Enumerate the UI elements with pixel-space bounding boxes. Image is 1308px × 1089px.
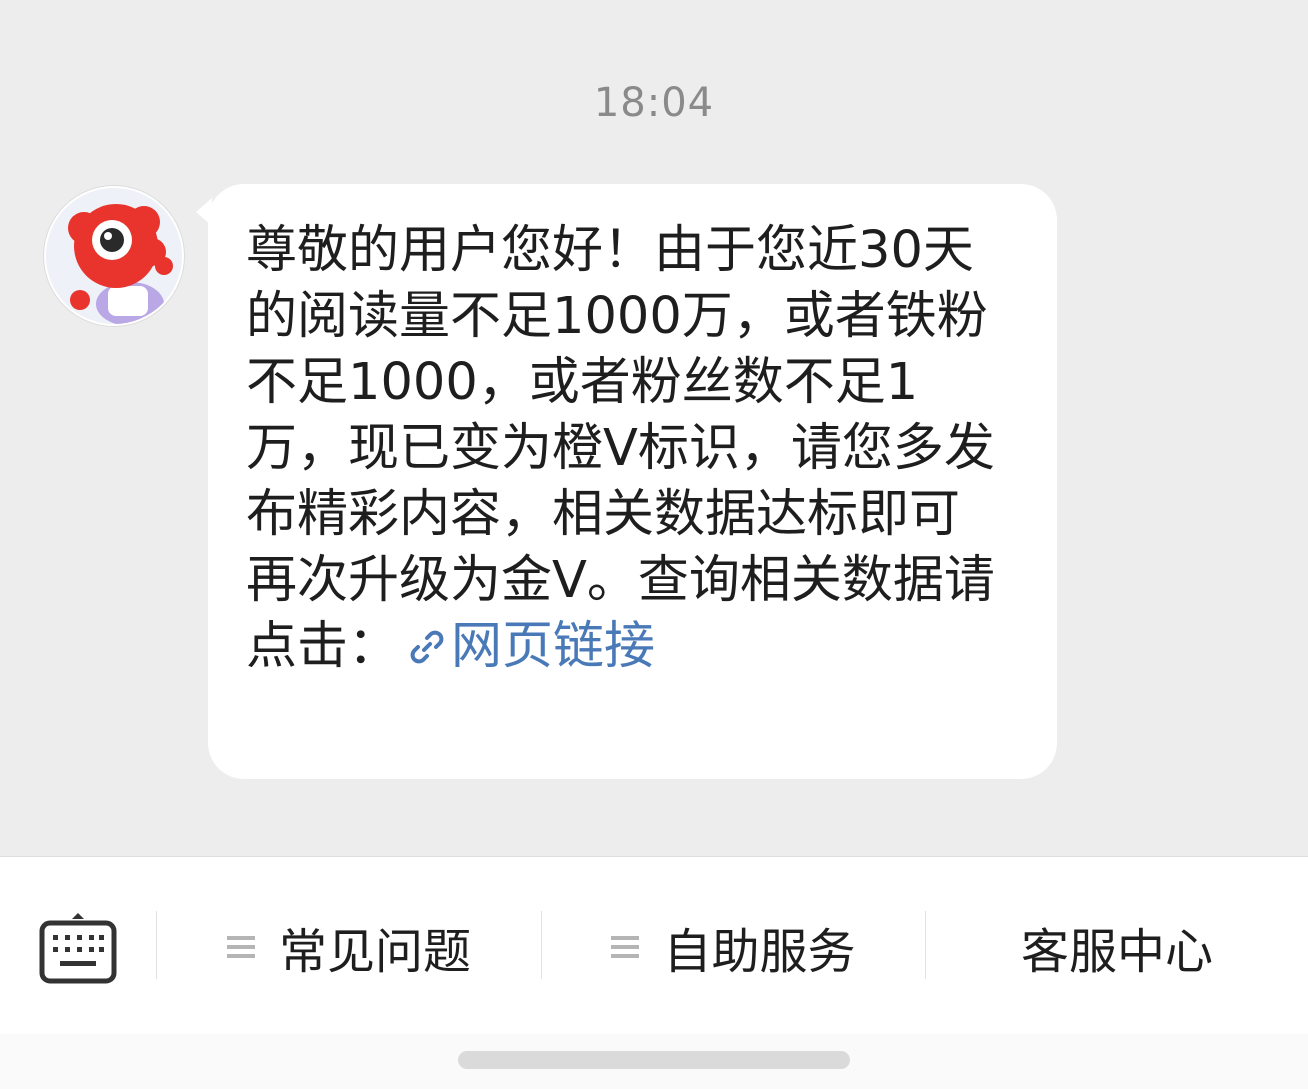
- menu-faq-label: 常见问题: [278, 924, 471, 980]
- message-timestamp: 18:04: [593, 80, 715, 126]
- menu-lines-icon: [611, 931, 640, 963]
- chat-area: 18:04 尊敬的用户您好！由于您近30天的阅读量不足1000万，或者铁粉不足1…: [0, 0, 1308, 856]
- system-navigation-area: [0, 1034, 1308, 1089]
- web-link-label[interactable]: 网页链接: [451, 617, 655, 676]
- bottom-menu-bar: 常见问题 自助服务 客服中心: [0, 856, 1308, 1035]
- menu-self-service-button[interactable]: 自助服务: [542, 897, 925, 997]
- web-link[interactable]: 网页链接: [399, 617, 655, 676]
- message-text: 尊敬的用户您好！由于您近30天的阅读量不足1000万，或者铁粉不足1000，或者…: [246, 218, 1006, 680]
- menu-customer-service-button[interactable]: 客服中心: [926, 897, 1308, 997]
- menu-lines-icon: [226, 931, 255, 963]
- keyboard-toggle-button[interactable]: [36, 905, 120, 989]
- home-indicator[interactable]: [458, 1051, 850, 1069]
- weibo-mascot-icon: [46, 188, 182, 324]
- message-body: 尊敬的用户您好！由于您近30天的阅读量不足1000万，或者铁粉不足1000，或者…: [246, 221, 995, 676]
- link-icon: [410, 630, 444, 664]
- menu-faq-button[interactable]: 常见问题: [157, 897, 541, 997]
- menu-customer-service-label: 客服中心: [1020, 924, 1213, 980]
- menu-self-service-label: 自助服务: [663, 924, 856, 980]
- avatar[interactable]: [44, 186, 184, 326]
- keyboard-icon: [39, 913, 117, 984]
